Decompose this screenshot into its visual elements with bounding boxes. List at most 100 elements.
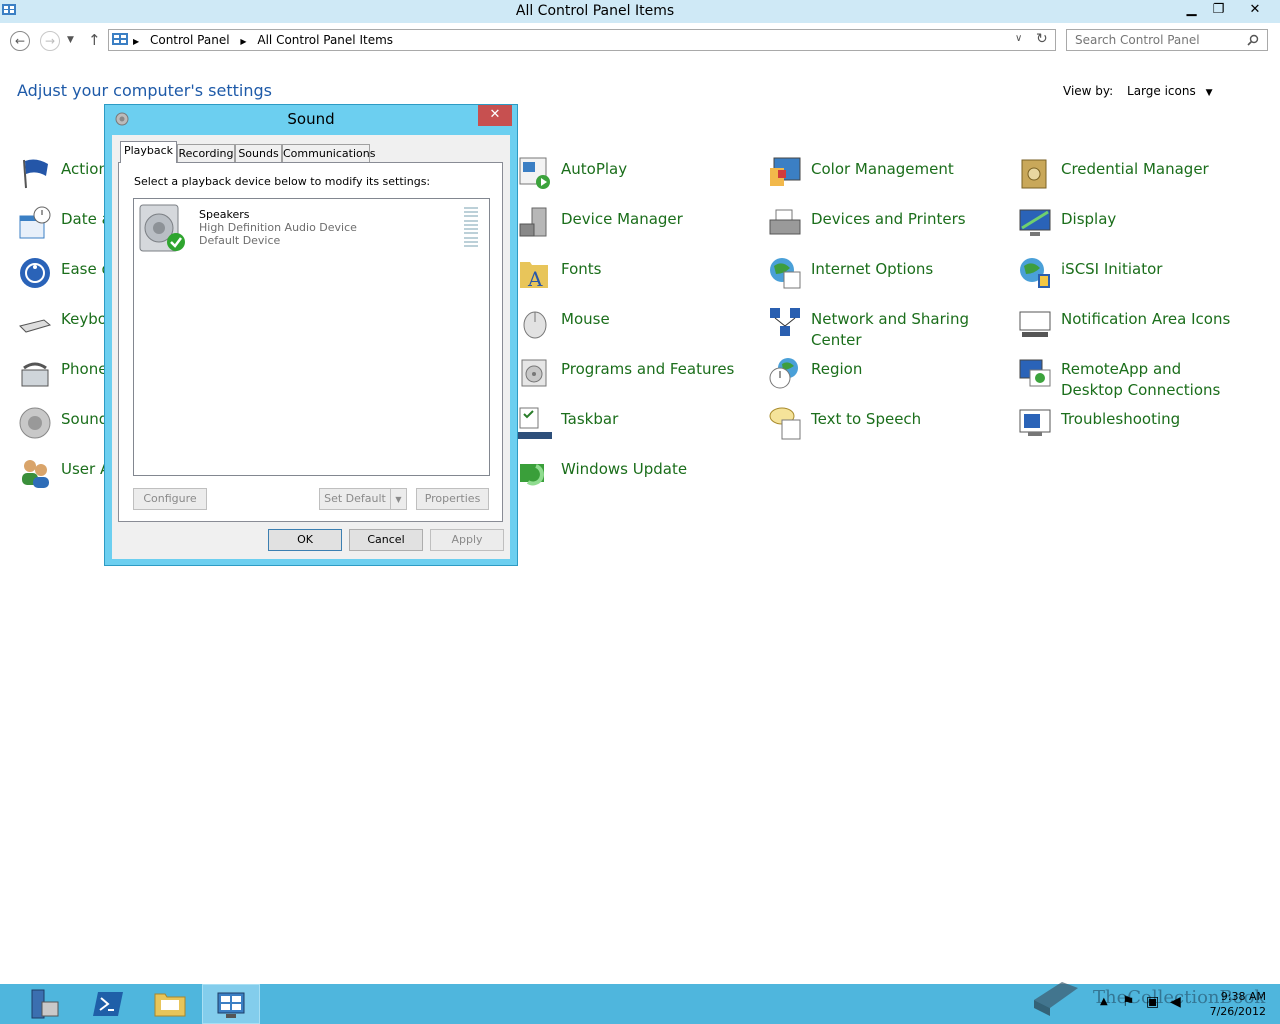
cp-item-sound[interactable]: Sound [18, 404, 108, 440]
cp-item-user-accounts[interactable]: User A [18, 454, 110, 490]
breadcrumb-control-panel[interactable]: Control Panel [150, 33, 230, 47]
cancel-button[interactable]: Cancel [349, 529, 423, 551]
cp-item-label: Devices and Printers [811, 210, 966, 228]
file-explorer-button[interactable] [141, 984, 199, 1024]
cp-item-phone-and-modem[interactable]: Phone [18, 354, 107, 390]
internet-options-icon [770, 258, 801, 289]
volume-icon[interactable]: ◀ [1170, 994, 1181, 1010]
list-item[interactable]: Speakers High Definition Audio Device De… [138, 203, 483, 252]
cp-item-notification-area-icons[interactable]: Notification Area Icons [1018, 304, 1230, 340]
cp-item-remoteapp-and-desktop-connections[interactable]: RemoteApp and Desktop Connections [1018, 354, 1246, 401]
powershell-button[interactable] [79, 984, 137, 1024]
cp-item-label: Action [61, 160, 108, 178]
cp-item-fonts[interactable]: A Fonts [518, 254, 601, 290]
system-clock[interactable]: 9:38 AM 7/26/2012 [1196, 989, 1266, 1019]
minimize-button[interactable]: ▁ [1178, 0, 1205, 20]
speaker-icon [19, 407, 51, 439]
playback-prompt: Select a playback device below to modify… [134, 175, 431, 188]
cp-item-label: Network and Sharing Center [811, 310, 969, 349]
mouse-icon [523, 311, 547, 339]
address-history-chevron-icon[interactable]: ∨ [1015, 33, 1022, 44]
up-button[interactable]: ↑ [88, 31, 101, 49]
page-heading: Adjust your computer's settings [17, 81, 272, 100]
restore-button[interactable]: ❐ [1205, 0, 1232, 20]
cp-item-autoplay[interactable]: AutoPlay [518, 154, 627, 190]
device-description: High Definition Audio Device [199, 221, 357, 234]
breadcrumb-all-items[interactable]: All Control Panel Items [257, 33, 393, 47]
cp-item-ease-of-access[interactable]: Ease o [18, 254, 111, 290]
cp-item-label: Mouse [561, 310, 610, 328]
cp-item-windows-update[interactable]: Windows Update [518, 454, 687, 490]
ease-of-access-icon [20, 258, 50, 288]
set-default-button[interactable]: Set Default [319, 488, 391, 510]
refresh-icon[interactable]: ↻ [1036, 31, 1048, 47]
cp-item-action-center[interactable]: Action [18, 154, 108, 190]
device-list[interactable]: Speakers High Definition Audio Device De… [133, 198, 490, 476]
configure-button[interactable]: Configure [133, 488, 207, 510]
search-box[interactable] [1066, 29, 1268, 51]
tab-playback[interactable]: Playback [120, 141, 177, 163]
calendar-clock-icon [19, 206, 51, 239]
color-management-icon [770, 157, 801, 186]
close-button[interactable]: ✕ [1240, 0, 1270, 20]
cp-item-label: RemoteApp and Desktop Connections [1061, 360, 1221, 399]
cp-item-iscsi-initiator[interactable]: iSCSI Initiator [1018, 254, 1162, 290]
ok-button[interactable]: OK [268, 529, 342, 551]
cp-item-color-management[interactable]: Color Management [768, 154, 954, 190]
breadcrumb-separator-icon[interactable]: ▶ [133, 37, 139, 46]
iscsi-icon [1020, 258, 1050, 288]
troubleshooting-icon [1019, 409, 1051, 436]
cp-item-internet-options[interactable]: Internet Options [768, 254, 933, 290]
breadcrumb: ▶ Control Panel ▶ All Control Panel Item… [133, 33, 400, 47]
show-hidden-icons-icon[interactable]: ▲ [1100, 996, 1108, 1007]
phone-icon [21, 362, 49, 387]
recent-locations-chevron-icon[interactable]: ▼ [67, 35, 74, 45]
properties-button[interactable]: Properties [416, 488, 489, 510]
set-default-dropdown-button[interactable]: ▼ [390, 488, 407, 510]
notification-area-icon [1019, 311, 1051, 337]
breadcrumb-separator-icon[interactable]: ▶ [240, 37, 246, 46]
svg-text:A: A [527, 267, 543, 290]
users-icon [22, 460, 49, 488]
cp-item-label: Text to Speech [811, 410, 922, 428]
cp-item-taskbar[interactable]: Taskbar [518, 404, 618, 440]
dropdown-arrow-icon[interactable]: ▼ [1206, 88, 1213, 98]
cp-item-programs-and-features[interactable]: Programs and Features [518, 354, 734, 390]
cp-item-label: AutoPlay [561, 160, 628, 178]
cp-item-credential-manager[interactable]: Credential Manager [1018, 154, 1209, 190]
cp-item-text-to-speech[interactable]: Text to Speech [768, 404, 921, 440]
control-panel-taskbar-button[interactable] [202, 984, 260, 1024]
cp-item-label: Region [811, 360, 863, 378]
cp-item-date-and-time[interactable]: Date a [18, 204, 111, 240]
tab-communications[interactable]: Communications [282, 144, 375, 162]
dialog-close-button[interactable]: ✕ [478, 105, 512, 126]
cp-item-region[interactable]: Region [768, 354, 862, 390]
network-icon[interactable]: ▣ [1146, 994, 1159, 1010]
cp-item-mouse[interactable]: Mouse [518, 304, 610, 340]
powershell-icon [93, 992, 123, 1016]
cp-item-keyboard[interactable]: Keybo [18, 304, 107, 340]
autoplay-icon [519, 157, 550, 189]
control-panel-icon [217, 992, 245, 1018]
cp-item-label: Keybo [61, 310, 107, 328]
forward-button[interactable]: → [40, 31, 60, 51]
cp-item-troubleshooting[interactable]: Troubleshooting [1018, 404, 1180, 440]
server-manager-button[interactable] [14, 984, 72, 1024]
apply-button[interactable]: Apply [430, 529, 504, 551]
tab-sounds[interactable]: Sounds [235, 144, 282, 162]
title-bar: All Control Panel Items ▁ ❐ ✕ [0, 0, 1280, 23]
cp-item-device-manager[interactable]: Device Manager [518, 204, 683, 240]
search-icon[interactable] [1247, 34, 1259, 46]
cp-item-label: User A [61, 460, 111, 478]
back-button[interactable]: ← [10, 31, 30, 51]
cp-item-label: Device Manager [561, 210, 683, 228]
cp-item-display[interactable]: Display [1018, 204, 1116, 240]
tab-recording[interactable]: Recording [177, 144, 235, 162]
action-center-flag-icon[interactable]: ⚑ [1122, 994, 1135, 1010]
search-input[interactable] [1073, 32, 1247, 48]
cp-item-network-and-sharing-center[interactable]: Network and Sharing Center [768, 304, 981, 351]
view-by-dropdown[interactable]: Large icons [1127, 84, 1196, 98]
address-bar[interactable]: ▶ Control Panel ▶ All Control Panel Item… [108, 29, 1056, 51]
folder-icon [154, 993, 186, 1017]
cp-item-devices-and-printers[interactable]: Devices and Printers [768, 204, 966, 240]
